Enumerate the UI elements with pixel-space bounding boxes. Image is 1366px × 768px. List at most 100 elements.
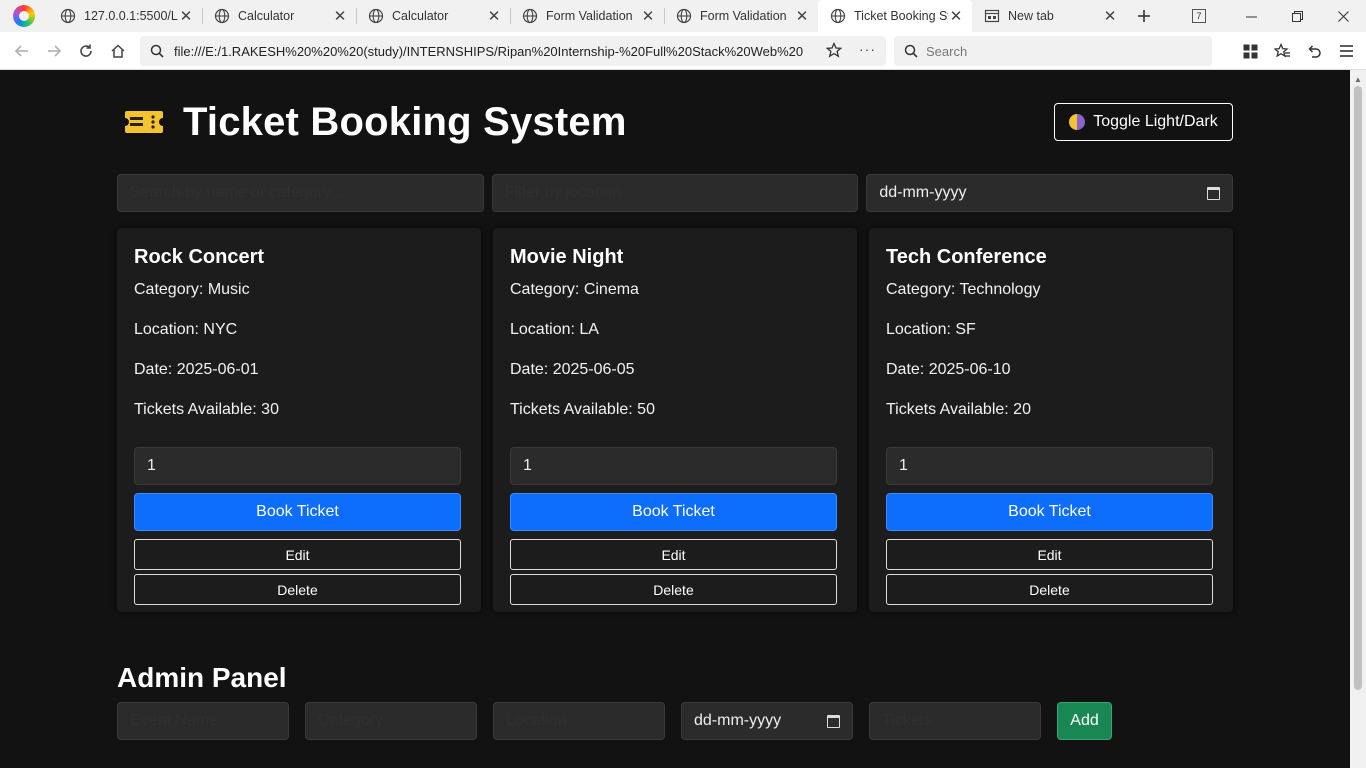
- restore-button[interactable]: [1274, 0, 1320, 32]
- calendar-icon[interactable]: [827, 714, 840, 728]
- new-tab-button[interactable]: [1128, 0, 1160, 32]
- browser-tab[interactable]: Calculator ✕: [202, 0, 356, 32]
- globe-icon: [214, 8, 230, 24]
- forward-button[interactable]: [38, 35, 70, 67]
- event-category: Category: Technology: [886, 281, 1041, 298]
- event-location: Location: NYC: [134, 321, 238, 338]
- edit-event-button[interactable]: Edit: [134, 539, 461, 570]
- close-icon[interactable]: ✕: [1102, 8, 1118, 24]
- tab-title: 127.0.0.1:5500/Le: [84, 9, 178, 23]
- event-location: Location: LA: [510, 321, 599, 338]
- ticket-quantity-value: 1: [899, 457, 908, 474]
- close-icon[interactable]: ✕: [948, 8, 964, 24]
- location-input[interactable]: Location: [493, 702, 665, 740]
- event-name: Rock Concert: [134, 246, 265, 268]
- ticket-quantity-value: 1: [147, 457, 156, 474]
- ticket-quantity-input[interactable]: 1: [510, 447, 837, 485]
- page-viewport: Ticket Booking System Toggle Light/Dark …: [0, 70, 1350, 768]
- close-icon[interactable]: ✕: [486, 8, 502, 24]
- location-filter-placeholder: Filter by location: [504, 184, 622, 201]
- apps-grid-icon[interactable]: [1240, 44, 1260, 59]
- back-button[interactable]: [6, 35, 38, 67]
- scroll-up-icon[interactable]: ▲: [1350, 72, 1366, 86]
- edit-event-button[interactable]: Edit: [510, 539, 837, 570]
- event-card: Rock Concert Category: Music Location: N…: [117, 228, 481, 612]
- globe-icon: [830, 8, 846, 24]
- tickets-input[interactable]: Tickets: [869, 702, 1041, 740]
- plus-icon: [1138, 10, 1150, 22]
- tab-title: Ticket Booking Sy: [854, 9, 948, 23]
- minimize-icon: [1245, 16, 1257, 17]
- category-input[interactable]: Category: [305, 702, 477, 740]
- scrollbar-thumb[interactable]: [1354, 86, 1362, 690]
- delete-event-button[interactable]: Delete: [886, 574, 1213, 605]
- event-category: Category: Music: [134, 281, 250, 298]
- event-name: Movie Night: [510, 246, 624, 268]
- app-header: Ticket Booking System Toggle Light/Dark: [117, 100, 1233, 144]
- admin-form: Event Name Category Location dd-mm-yyyy …: [117, 702, 1112, 740]
- event-date-input[interactable]: dd-mm-yyyy: [681, 702, 853, 740]
- browser-tab[interactable]: Form Validation ✕: [664, 0, 818, 32]
- book-ticket-button[interactable]: Book Ticket: [886, 493, 1213, 531]
- tab-title: Form Validation: [700, 9, 787, 23]
- browser-tab-bar: 127.0.0.1:5500/Le ✕ Calculator ✕ Calcula…: [0, 0, 1366, 32]
- browser-tab-active[interactable]: Ticket Booking Sy ✕: [818, 0, 972, 32]
- tab-count-badge[interactable]: 7: [1192, 9, 1206, 23]
- close-window-button[interactable]: [1320, 0, 1366, 32]
- event-date: Date: 2025-06-10: [886, 361, 1011, 378]
- event-name-input[interactable]: Event Name: [117, 702, 289, 740]
- event-name: Tech Conference: [886, 246, 1047, 268]
- reload-button[interactable]: [70, 35, 102, 67]
- event-date: Date: 2025-06-05: [510, 361, 635, 378]
- undo-icon[interactable]: [1304, 43, 1324, 59]
- ticket-quantity-input[interactable]: 1: [134, 447, 461, 485]
- favorites-icon[interactable]: [1272, 43, 1292, 59]
- date-filter-input[interactable]: dd-mm-yyyy: [866, 174, 1234, 212]
- calendar-icon[interactable]: [1207, 186, 1221, 200]
- globe-icon: [368, 8, 384, 24]
- ticket-quantity-input[interactable]: 1: [886, 447, 1213, 485]
- close-icon[interactable]: ✕: [178, 8, 194, 24]
- home-icon: [111, 43, 125, 58]
- delete-event-button[interactable]: Delete: [510, 574, 837, 605]
- theme-toggle-button[interactable]: Toggle Light/Dark: [1054, 103, 1233, 141]
- location-filter-input[interactable]: Filter by location: [491, 174, 859, 212]
- search-input[interactable]: Search by name or category...: [117, 174, 484, 212]
- reload-icon: [80, 44, 92, 57]
- minimize-button[interactable]: [1228, 0, 1274, 32]
- event-location: Location: SF: [886, 321, 976, 338]
- edit-event-button[interactable]: Edit: [886, 539, 1213, 570]
- add-event-button[interactable]: Add: [1057, 702, 1112, 740]
- ticket-icon: [125, 111, 163, 133]
- more-options-icon[interactable]: ···: [859, 41, 876, 57]
- browser-tab[interactable]: New tab ✕: [972, 0, 1126, 32]
- book-ticket-button[interactable]: Book Ticket: [134, 493, 461, 531]
- event-date: Date: 2025-06-01: [134, 361, 259, 378]
- event-tickets-available: Tickets Available: 50: [510, 401, 655, 418]
- home-button[interactable]: [102, 35, 134, 67]
- menu-icon[interactable]: [1336, 44, 1356, 58]
- category-placeholder: Category: [318, 712, 383, 729]
- close-icon[interactable]: ✕: [332, 8, 348, 24]
- search-bar[interactable]: Search: [894, 36, 1212, 66]
- book-ticket-button[interactable]: Book Ticket: [510, 493, 837, 531]
- browser-logo-icon[interactable]: [0, 0, 48, 32]
- event-category: Category: Cinema: [510, 281, 639, 298]
- address-bar[interactable]: file:///E:/1.RAKESH%20%20%20(study)/INTE…: [140, 36, 886, 66]
- close-icon[interactable]: ✕: [794, 8, 810, 24]
- page-scrollbar[interactable]: ▲: [1350, 70, 1366, 768]
- browser-tab[interactable]: Calculator ✕: [356, 0, 510, 32]
- url-text[interactable]: file:///E:/1.RAKESH%20%20%20(study)/INTE…: [174, 44, 824, 59]
- browser-tab[interactable]: 127.0.0.1:5500/Le ✕: [48, 0, 202, 32]
- bookmark-star-icon[interactable]: [825, 41, 843, 61]
- delete-event-button[interactable]: Delete: [134, 574, 461, 605]
- event-tickets-available: Tickets Available: 30: [134, 401, 279, 418]
- search-bar-placeholder: Search: [926, 43, 968, 59]
- tab-title: Calculator: [392, 9, 449, 23]
- date-filter-placeholder: dd-mm-yyyy: [879, 184, 967, 201]
- browser-tab[interactable]: Form Validation ✕: [510, 0, 664, 32]
- tab-title: Form Validation: [546, 9, 633, 23]
- close-icon[interactable]: ✕: [640, 8, 656, 24]
- event-card: Tech Conference Category: Technology Loc…: [869, 228, 1233, 612]
- event-card-list: Rock Concert Category: Music Location: N…: [117, 228, 1233, 612]
